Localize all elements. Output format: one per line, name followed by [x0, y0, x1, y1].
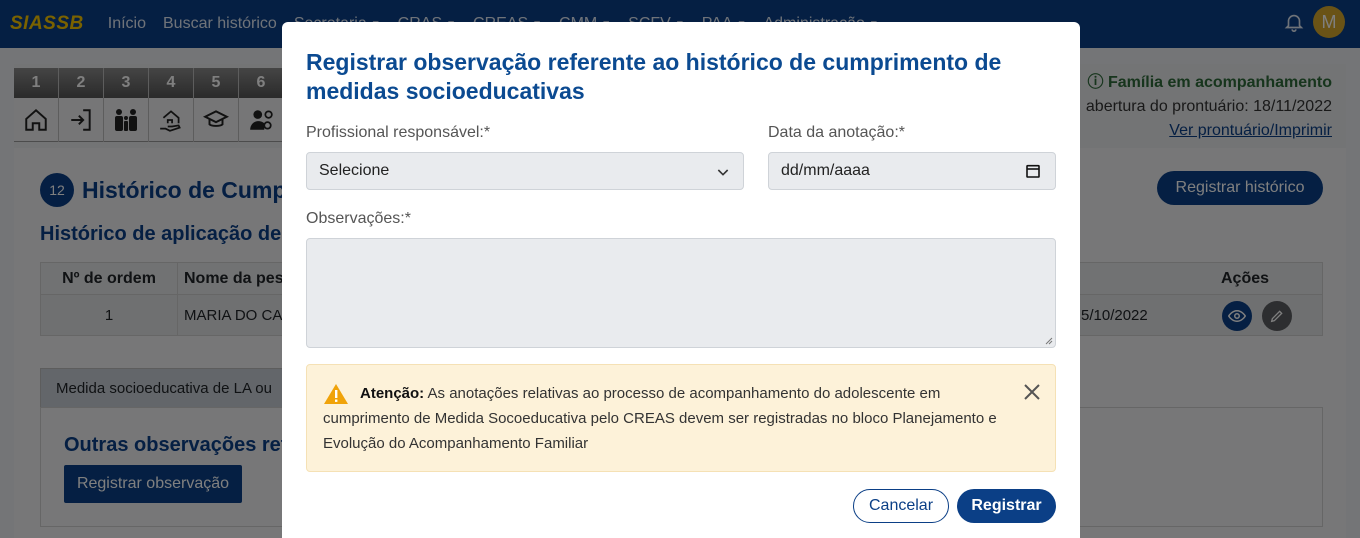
alert-strong: Atenção:	[360, 385, 425, 402]
resize-grip-icon[interactable]	[1043, 335, 1053, 345]
observations-label: Observações:*	[306, 210, 411, 227]
alert-message: Atenção: As anotações relativas ao proce…	[323, 381, 1003, 456]
date-input[interactable]: dd/mm/aaaa	[768, 152, 1056, 190]
chevron-down-icon	[717, 169, 729, 176]
date-placeholder: dd/mm/aaaa	[781, 162, 870, 179]
calendar-icon[interactable]	[1025, 163, 1041, 179]
modal-title: Registrar observação referente ao histór…	[306, 49, 1002, 104]
professional-label: Profissional responsável:*	[306, 124, 491, 141]
cancel-button[interactable]: Cancelar	[853, 489, 949, 523]
close-icon[interactable]	[1023, 383, 1041, 401]
warning-alert: Atenção: As anotações relativas ao proce…	[306, 364, 1056, 472]
observations-textarea[interactable]	[306, 238, 1056, 348]
register-button[interactable]: Registrar	[957, 489, 1056, 523]
date-label: Data da anotação:*	[768, 124, 905, 141]
alert-body: As anotações relativas ao processo de ac…	[323, 385, 997, 452]
register-observation-modal: Registrar observação referente ao histór…	[282, 22, 1080, 538]
professional-select-value: Selecione	[319, 162, 390, 179]
professional-select[interactable]: Selecione	[306, 152, 744, 190]
